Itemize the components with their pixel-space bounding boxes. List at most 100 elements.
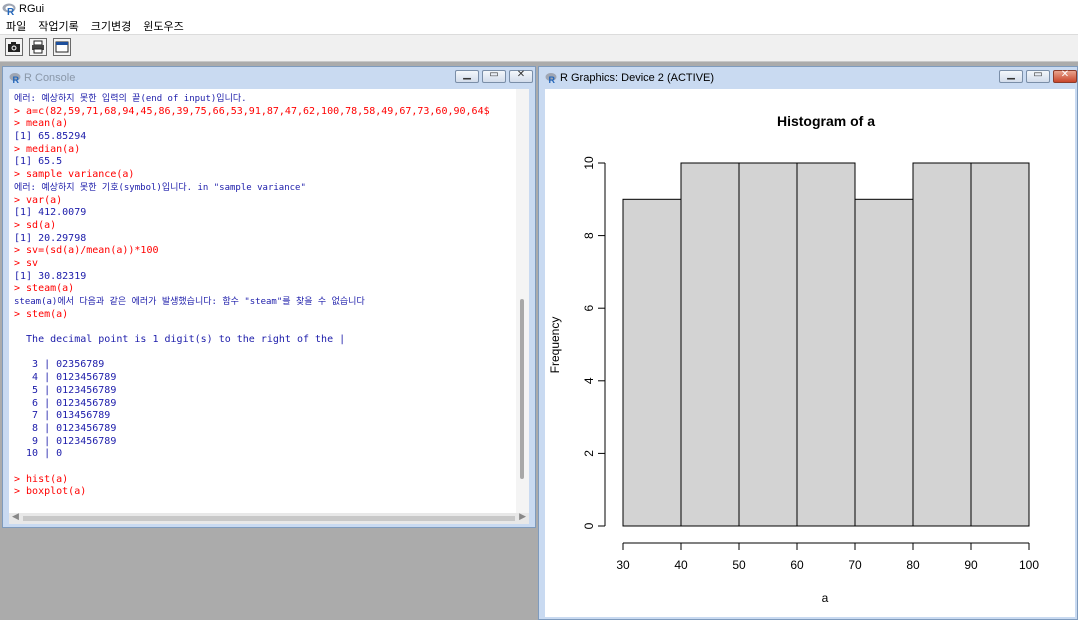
console-line: [1] 412.0079	[14, 207, 87, 219]
copy-to-clipboard-button[interactable]	[5, 38, 23, 56]
x-tick-label: 70	[848, 558, 862, 572]
close-button[interactable]: ✕	[509, 69, 533, 83]
app-title: RGui	[19, 3, 45, 15]
console-line: > stem(a)	[14, 308, 69, 320]
minimize-button[interactable]: ▁	[455, 69, 479, 83]
console-line: > sv=(sd(a)/mean(a))*100	[14, 245, 159, 257]
console-line: 4 | 0123456789	[14, 372, 117, 384]
histogram-bar	[622, 198, 682, 527]
menu-windows[interactable]: 윈도우즈	[143, 18, 183, 34]
x-tick-label: 60	[790, 558, 804, 572]
console-line: [1] 65.85294	[14, 131, 87, 143]
x-tick-label: 80	[906, 558, 920, 572]
svg-text:R: R	[549, 75, 556, 84]
console-output[interactable]: 에러: 예상하지 못한 입력의 끝(end of input)입니다. > a=c…	[9, 89, 529, 513]
console-line: > sd(a)	[14, 219, 57, 231]
console-line: 7 | 013456789	[14, 410, 111, 422]
maximize-icon: ▭	[489, 69, 499, 80]
x-tick-label: 90	[964, 558, 978, 572]
app-title-bar: R RGui	[0, 0, 1078, 18]
close-button[interactable]: ✕	[1053, 69, 1077, 83]
window-icon	[55, 41, 69, 53]
minimize-icon: ▁	[463, 69, 471, 80]
graphics-window[interactable]: R R Graphics: Device 2 (ACTIVE) ▁ ▭ ✕ Hi…	[538, 66, 1078, 620]
maximize-button[interactable]: ▭	[482, 69, 506, 83]
x-axis-label: a	[822, 591, 829, 605]
maximize-icon: ▭	[1033, 69, 1043, 80]
console-line: 9 | 0123456789	[14, 435, 117, 447]
scroll-right-icon[interactable]: ▶	[519, 512, 526, 522]
histogram-bar	[970, 162, 1030, 527]
svg-text:R: R	[13, 75, 20, 84]
close-icon: ✕	[1060, 69, 1070, 80]
console-line: [1] 30.82319	[14, 270, 87, 282]
console-title: R Console	[24, 72, 76, 84]
console-line: [1] 20.29798	[14, 232, 87, 244]
vertical-scrollbar[interactable]	[516, 89, 529, 513]
menu-bar: 파일 작업기록 크기변경 윈도우즈	[0, 18, 1078, 34]
console-line: [1] 65.5	[14, 156, 63, 168]
console-line: > steam(a)	[14, 283, 75, 295]
minimize-icon: ▁	[1007, 69, 1015, 80]
console-line: The decimal point is 1 digit(s) to the r…	[14, 334, 346, 346]
x-tick-label: 50	[732, 558, 746, 572]
console-window-controls: ▁ ▭ ✕	[452, 69, 533, 83]
x-tick-label: 40	[674, 558, 688, 572]
menu-file[interactable]: 파일	[6, 18, 26, 34]
console-lines: 에러: 예상하지 못한 입력의 끝(end of input)입니다. > a=c…	[14, 93, 515, 499]
console-line: steam(a)에서 다음과 같은 에러가 발생했습니다: 함수 "steam"…	[14, 297, 365, 307]
chart-title: Histogram of a	[777, 113, 875, 129]
console-line: 에러: 예상하지 못한 기호(symbol)입니다. in "sample va…	[14, 182, 306, 193]
console-line: 5 | 0123456789	[14, 384, 117, 396]
y-tick-label: 4	[582, 377, 596, 384]
svg-text:R: R	[7, 7, 15, 16]
histogram-bar	[854, 198, 914, 527]
y-axis-label: Frequency	[548, 317, 562, 374]
printer-icon	[32, 40, 44, 54]
histogram-bar	[680, 162, 740, 527]
histogram-bar	[912, 162, 972, 527]
console-line: > hist(a)	[14, 473, 69, 485]
window-button[interactable]	[53, 38, 71, 56]
console-line: 6 | 0123456789	[14, 397, 117, 409]
horizontal-scrollbar[interactable]: ◀ ▶	[9, 512, 529, 524]
scroll-left-icon[interactable]: ◀	[12, 512, 19, 522]
y-tick-label: 0	[582, 522, 596, 529]
console-line: > sample variance(a)	[14, 169, 135, 181]
close-icon: ✕	[516, 69, 526, 80]
y-tick-label: 10	[582, 156, 596, 170]
histogram-chart: Histogram of a a Frequency 30 40 50 60 70 80 9…	[548, 113, 1039, 605]
print-button[interactable]	[29, 38, 47, 56]
y-tick-label: 2	[582, 450, 596, 457]
graphics-window-controls: ▁ ▭ ✕	[996, 69, 1077, 83]
console-line: 3 | 02356789	[14, 359, 105, 371]
menu-history[interactable]: 작업기록	[38, 18, 78, 34]
plot-area: Histogram of a a Frequency 30 40 50 60 70 80 9…	[545, 89, 1075, 617]
x-tick-label: 100	[1019, 558, 1039, 572]
r-logo-icon: R	[9, 73, 21, 84]
toolbar	[0, 34, 1078, 62]
y-tick-label: 8	[582, 232, 596, 239]
console-line: > boxplot(a)	[14, 486, 87, 498]
console-line: 에러: 예상하지 못한 입력의 끝(end of input)입니다.	[14, 94, 247, 104]
graphics-title: R Graphics: Device 2 (ACTIVE)	[560, 72, 715, 84]
console-line: > median(a)	[14, 143, 81, 155]
console-line: 10 | 0	[14, 448, 63, 460]
console-window[interactable]: R R Console ▁ ▭ ✕ 에러: 예상하지 못한 입력의 끝(end …	[2, 66, 536, 528]
console-line: > sv	[14, 257, 39, 269]
menu-resize[interactable]: 크기변경	[91, 18, 131, 34]
scrollbar-track[interactable]	[23, 516, 515, 521]
histogram-bar	[796, 162, 856, 527]
console-line: 8 | 0123456789	[14, 422, 117, 434]
minimize-button[interactable]: ▁	[999, 69, 1023, 83]
console-line: > var(a)	[14, 194, 63, 206]
maximize-button[interactable]: ▭	[1026, 69, 1050, 83]
y-tick-label: 6	[582, 305, 596, 312]
r-logo-icon: R	[545, 73, 557, 84]
scrollbar-thumb[interactable]	[520, 299, 524, 479]
console-line: > a=c(82,59,71,68,94,45,86,39,75,66,53,9…	[14, 105, 490, 117]
console-line: > mean(a)	[14, 118, 69, 130]
